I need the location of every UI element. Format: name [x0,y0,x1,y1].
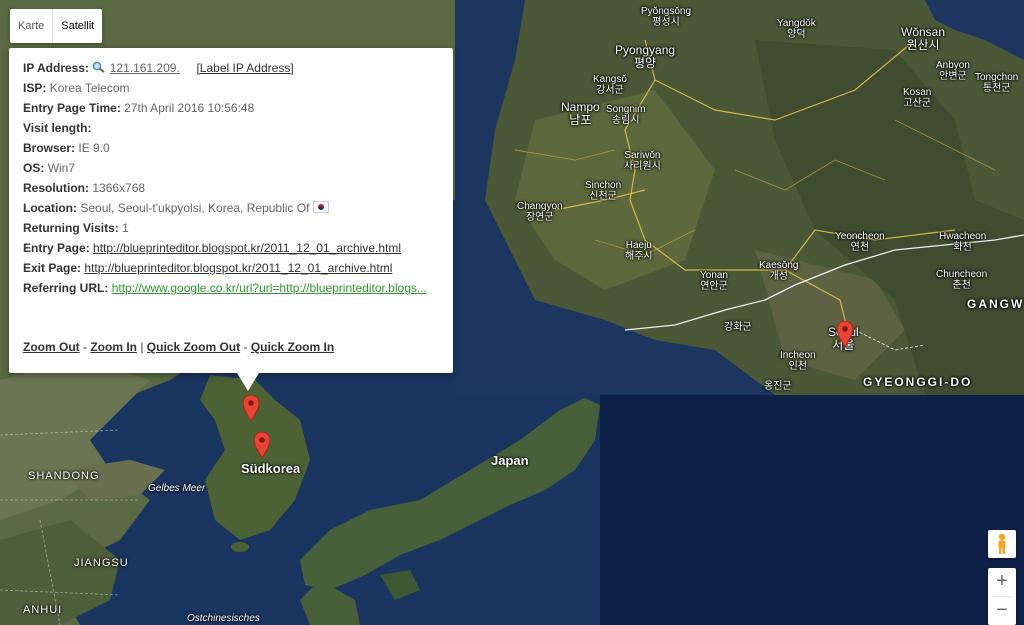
returning-value: 1 [122,221,129,235]
city-pyongsong: Pyŏngsŏng 평성시 [641,6,692,28]
city-nampo: Nampo 남포 [561,100,600,127]
isp-label: ISP: [23,81,47,95]
zoom-in-link[interactable]: Zoom In [90,340,137,354]
location-label: Location: [23,201,77,215]
entry-time-label: Entry Page Time: [23,101,121,115]
visitor-info-window: IP Address: 121.161.209. [Label IP Addre… [9,48,453,391]
city-yeoncheon: Yeoncheon 연천 [835,231,885,253]
row-isp: ISP: Korea Telecom [23,80,453,100]
entry-page-label: Entry Page: [23,241,90,255]
entry-time-value: 27th April 2016 10:56:48 [124,101,255,115]
browser-label: Browser: [23,141,76,155]
ip-address-link[interactable]: 121.161.209. [110,61,180,75]
info-window-tail [237,373,259,391]
map-marker-icon[interactable] [254,432,270,458]
returning-label: Returning Visits: [23,221,119,235]
city-songnim: Songnim 송림시 [606,104,646,126]
flag-south-korea-icon [312,201,329,213]
map-type-karte-button[interactable]: Karte [10,9,52,43]
label-japan: Japan [491,453,529,468]
separator: - [79,340,91,354]
exit-page-link[interactable]: http://blueprinteditor.blogspot.kr/2011_… [84,261,392,275]
row-ip: IP Address: 121.161.209. [Label IP Addre… [23,60,453,80]
city-wonsan: Wŏnsan 원산시 [901,25,946,52]
row-entry-page: Entry Page: http://blueprinteditor.blogs… [23,240,453,260]
city-kosan: Kosan 고산군 [903,87,932,109]
label-gelbes-meer: Gelbes Meer [148,483,206,494]
row-referring: Referring URL: http://www.google.co.kr/u… [23,280,453,300]
label-ip-address-link[interactable]: [Label IP Address] [196,61,293,75]
row-exit-page: Exit Page: http://blueprinteditor.blogsp… [23,260,453,280]
city-tongchon: Tongchon 통천군 [975,72,1019,94]
inset-zoomed-map[interactable]: Pyŏngsŏng 평성시 Yangdŏk 양덕 Wŏnsan 원산시 Pyon… [455,0,1024,395]
city-ganghwa: 강화군 [724,322,752,333]
city-chuncheon: Chuncheon 춘천 [936,269,988,291]
zoom-out-button[interactable]: − [988,597,1016,625]
ip-label: IP Address: [23,61,90,75]
city-pyongyang: Pyongyang 평양 [615,43,676,70]
label-shandong: SHANDONG [28,470,100,482]
pegman-icon [998,533,1006,554]
quick-zoom-out-link[interactable]: Quick Zoom Out [147,340,240,354]
zoom-control: + − [988,568,1016,625]
label-anhui: ANHUI [23,604,63,616]
row-visit-length: Visit length: [23,120,453,140]
street-view-pegman-button[interactable] [988,530,1016,558]
zoom-links: Zoom Out - Zoom In | Quick Zoom Out - Qu… [23,340,334,354]
resolution-value: 1366x768 [92,181,146,195]
row-returning: Returning Visits: 1 [23,220,453,240]
city-onggin: 옹진군 [764,381,792,392]
city-yangdok: Yangdŏk 양덕 [777,18,816,40]
city-incheon: Incheon 인천 [780,350,816,372]
map-type-satellite-button[interactable]: Satellit [52,9,102,43]
visit-length-label: Visit length: [23,121,92,135]
search-icon[interactable] [92,61,106,73]
city-hwacheon: Hwacheon 화천 [939,231,987,253]
location-value: Seoul, Seoul-t'ukpyolsi, Korea, Republic… [80,201,310,215]
map-marker-icon[interactable] [243,395,259,421]
row-entry-time: Entry Page Time: 27th April 2016 10:56:4… [23,100,453,120]
city-kangso: Kangsŏ 강서군 [593,74,627,96]
label-ostchinesisches: Ostchinesisches [187,613,260,624]
city-anbyon: Anbyon 안변군 [936,60,970,82]
quick-zoom-in-link[interactable]: Quick Zoom In [251,340,334,354]
separator: | [137,340,147,354]
entry-page-link[interactable]: http://blueprinteditor.blogspot.kr/2011_… [93,241,401,255]
resolution-label: Resolution: [23,181,89,195]
map-type-control: Karte Satellit [10,9,103,43]
isp-value: Korea Telecom [49,81,130,95]
map-marker-icon[interactable] [837,321,853,347]
os-value: Win7 [47,161,76,175]
city-sinchon: Sinchon 신천군 [585,180,622,202]
referring-url-link[interactable]: http://www.google.co.kr/url?url=http://b… [112,281,427,295]
label-jiangsu: JIANGSU [74,557,129,569]
city-yonan: Yonan 연안군 [700,270,728,292]
referring-label: Referring URL: [23,281,109,295]
exit-page-label: Exit Page: [23,261,82,275]
city-sariwon: Sariwŏn 사리원시 [624,150,661,172]
region-gyeonggi: GYEONGGI-DO [863,375,973,389]
row-resolution: Resolution: 1366x768 [23,180,453,200]
city-changyon: Changyon 장연군 [517,201,563,223]
os-label: OS: [23,161,45,175]
row-browser: Browser: IE 9.0 [23,140,453,160]
row-os: OS: Win7 [23,160,453,180]
label-suedkorea: Südkorea [241,461,301,476]
zoom-in-button[interactable]: + [988,568,1016,596]
city-kaesong: Kaesŏng 개성 [759,260,799,282]
separator: - [240,340,251,354]
row-location: Location: Seoul, Seoul-t'ukpyolsi, Korea… [23,200,453,220]
zoom-out-link[interactable]: Zoom Out [23,340,80,354]
browser-value: IE 9.0 [78,141,110,155]
city-haeju: Haeju 해주시 [625,240,653,262]
region-gangw: GANGW [967,297,1024,311]
